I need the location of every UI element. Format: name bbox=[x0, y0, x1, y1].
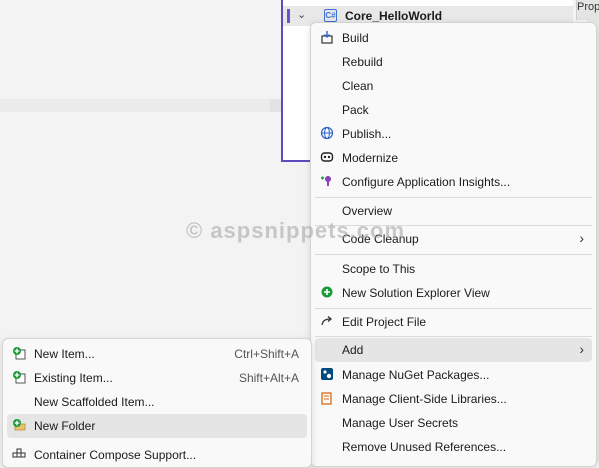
menu-item-label: Pack bbox=[342, 103, 369, 117]
menu-item-label: Manage Client-Side Libraries... bbox=[342, 392, 507, 406]
background-strip bbox=[0, 99, 310, 112]
nuget-icon bbox=[319, 367, 335, 383]
menu-item-label: New Folder bbox=[34, 419, 96, 433]
properties-tab[interactable]: Prop bbox=[576, 0, 599, 20]
new-folder-icon bbox=[11, 418, 27, 434]
menu-item-manage-client-libs[interactable]: Manage Client-Side Libraries... bbox=[315, 387, 592, 411]
menu-item-edit-project-file[interactable]: Edit Project File bbox=[315, 310, 592, 334]
menu-item-label: Rebuild bbox=[342, 55, 383, 69]
menu-separator bbox=[315, 254, 592, 255]
existing-item-icon bbox=[11, 370, 27, 386]
container-icon bbox=[11, 447, 27, 463]
menu-item-label: Configure Application Insights... bbox=[342, 175, 511, 189]
csharp-project-icon: C# bbox=[324, 9, 337, 22]
menu-item-label: Scope to This bbox=[342, 262, 416, 276]
project-context-menu: Build Rebuild Clean Pack Publish... Mode… bbox=[310, 22, 597, 467]
new-view-icon bbox=[319, 285, 335, 301]
shortcut-label: Ctrl+Shift+A bbox=[234, 347, 299, 361]
build-icon bbox=[319, 30, 335, 46]
menu-item-pack[interactable]: Pack bbox=[315, 98, 592, 122]
menu-item-label: New Item... bbox=[34, 347, 95, 361]
insights-icon bbox=[319, 174, 335, 190]
watermark: © aspsnippets.com bbox=[186, 218, 406, 243]
menu-item-label: Edit Project File bbox=[342, 315, 427, 329]
submenu-item-container-compose[interactable]: Container Compose Support... bbox=[7, 443, 307, 467]
menu-separator bbox=[315, 197, 592, 198]
menu-item-label: Manage User Secrets bbox=[342, 416, 459, 430]
menu-item-label: Clean bbox=[342, 79, 374, 93]
menu-item-manage-nuget[interactable]: Manage NuGet Packages... bbox=[315, 363, 592, 387]
copilot-icon bbox=[319, 150, 335, 166]
menu-separator bbox=[315, 308, 592, 309]
submenu-item-new-folder[interactable]: New Folder bbox=[7, 414, 307, 438]
redo-arrow-icon bbox=[319, 314, 335, 330]
submenu-item-existing-item[interactable]: Existing Item... Shift+Alt+A bbox=[7, 366, 307, 390]
new-item-icon bbox=[11, 346, 27, 362]
menu-item-new-solution-explorer-view[interactable]: New Solution Explorer View bbox=[315, 281, 592, 305]
menu-item-scope-to-this[interactable]: Scope to This bbox=[315, 257, 592, 281]
menu-item-publish[interactable]: Publish... bbox=[315, 122, 592, 146]
menu-item-rebuild[interactable]: Rebuild bbox=[315, 50, 592, 74]
menu-item-label: Publish... bbox=[342, 127, 392, 141]
menu-item-label: New Scaffolded Item... bbox=[34, 395, 155, 409]
menu-item-label: Manage NuGet Packages... bbox=[342, 368, 490, 382]
menu-item-add[interactable]: Add › bbox=[315, 338, 592, 362]
submenu-item-new-item[interactable]: New Item... Ctrl+Shift+A bbox=[7, 342, 307, 366]
menu-item-build[interactable]: Build bbox=[315, 26, 592, 50]
menu-item-label: Modernize bbox=[342, 151, 399, 165]
selection-accent bbox=[287, 9, 290, 23]
add-submenu: New Item... Ctrl+Shift+A Existing Item..… bbox=[2, 338, 312, 468]
menu-item-label: Add bbox=[342, 343, 364, 357]
menu-item-manage-user-secrets[interactable]: Manage User Secrets bbox=[315, 411, 592, 435]
menu-separator bbox=[315, 336, 592, 337]
globe-icon bbox=[319, 126, 335, 142]
libman-icon bbox=[319, 391, 335, 407]
project-name: Core_HelloWorld bbox=[345, 9, 443, 23]
submenu-item-new-scaffolded-item[interactable]: New Scaffolded Item... bbox=[7, 390, 307, 414]
menu-item-label: Remove Unused References... bbox=[342, 440, 507, 454]
shortcut-label: Shift+Alt+A bbox=[238, 371, 299, 385]
chevron-right-icon: › bbox=[579, 230, 584, 246]
chevron-right-icon: › bbox=[579, 341, 584, 357]
menu-item-remove-unused-refs[interactable]: Remove Unused References... bbox=[315, 435, 592, 459]
menu-item-label: New Solution Explorer View bbox=[342, 286, 490, 300]
chevron-down-icon[interactable]: ⌄ bbox=[297, 8, 306, 21]
menu-item-clean[interactable]: Clean bbox=[315, 74, 592, 98]
menu-item-label: Overview bbox=[342, 204, 393, 218]
menu-item-label: Build bbox=[342, 31, 369, 45]
menu-item-modernize[interactable]: Modernize bbox=[315, 146, 592, 170]
menu-item-label: Existing Item... bbox=[34, 371, 113, 385]
menu-item-configure-insights[interactable]: Configure Application Insights... bbox=[315, 170, 592, 194]
menu-item-label: Container Compose Support... bbox=[34, 448, 197, 462]
